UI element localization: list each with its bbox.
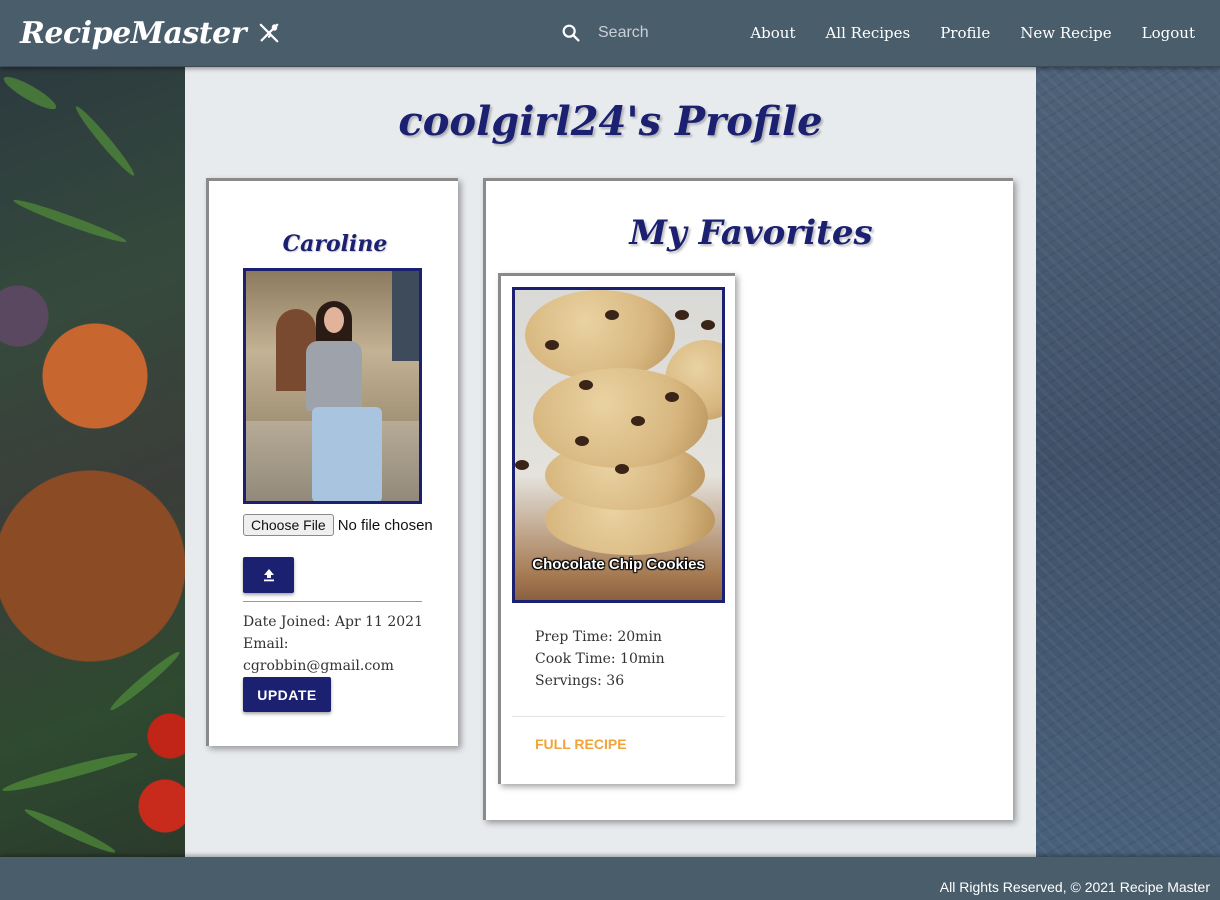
- nav-link-all-recipes[interactable]: All Recipes: [810, 24, 925, 42]
- nav-links: About All Recipes Profile New Recipe Log…: [735, 0, 1210, 66]
- servings: Servings: 36: [535, 673, 625, 689]
- profile-photo: [243, 268, 422, 504]
- file-status: No file chosen: [337, 516, 433, 534]
- recipe-title: Chocolate Chip Cookies: [532, 556, 705, 573]
- vegetables-background-image: [0, 66, 185, 857]
- nav-link-profile[interactable]: Profile: [925, 24, 1005, 42]
- profile-info: Date Joined: Apr 11 2021 Email: cgrobbin…: [243, 611, 443, 677]
- recipe-card: Chocolate Chip Cookies Prep Time: 20min …: [498, 273, 735, 784]
- email-value: cgrobbin@gmail.com: [243, 658, 394, 674]
- choose-file-button[interactable]: Choose File: [243, 514, 334, 536]
- footer: All Rights Reserved, © 2021 Recipe Maste…: [0, 857, 1220, 900]
- profile-name: Caroline: [282, 231, 388, 257]
- navbar: RecipeMaster About All Recipes Profile N…: [0, 0, 1220, 67]
- profile-divider: [243, 601, 422, 602]
- file-input: Choose File No file chosen: [243, 514, 433, 536]
- recipe-divider: [512, 716, 725, 717]
- brand[interactable]: RecipeMaster: [20, 12, 280, 54]
- search-icon[interactable]: [560, 22, 582, 44]
- full-recipe-link[interactable]: FULL RECIPE: [535, 736, 627, 752]
- footer-copyright: All Rights Reserved, © 2021 Recipe Maste…: [939, 879, 1210, 895]
- stone-texture-background: [1036, 66, 1220, 857]
- cook-time: Cook Time: 10min: [535, 651, 665, 667]
- date-joined: Date Joined: Apr 11 2021: [243, 614, 423, 630]
- recipe-details: Prep Time: 20min Cook Time: 10min Servin…: [535, 626, 665, 692]
- page-title: coolgirl24's Profile: [398, 98, 823, 145]
- profile-card: Caroline Choose File No file chosen Date…: [206, 178, 458, 746]
- prep-time: Prep Time: 20min: [535, 629, 662, 645]
- brand-logo-text[interactable]: RecipeMaster: [20, 16, 247, 51]
- recipe-image[interactable]: Chocolate Chip Cookies: [512, 287, 725, 603]
- nav-link-logout[interactable]: Logout: [1127, 24, 1210, 42]
- nav-link-about[interactable]: About: [735, 24, 810, 42]
- favorites-card: My Favorites Chocolate Chip Cookies Prep…: [483, 178, 1013, 820]
- favorites-title: My Favorites: [629, 213, 873, 253]
- upload-button[interactable]: [243, 557, 294, 593]
- upload-icon: [263, 569, 274, 582]
- utensils-icon: [259, 23, 279, 43]
- update-button[interactable]: UPDATE: [243, 677, 331, 712]
- email-label: Email:: [243, 636, 289, 652]
- nav-link-new-recipe[interactable]: New Recipe: [1005, 24, 1126, 42]
